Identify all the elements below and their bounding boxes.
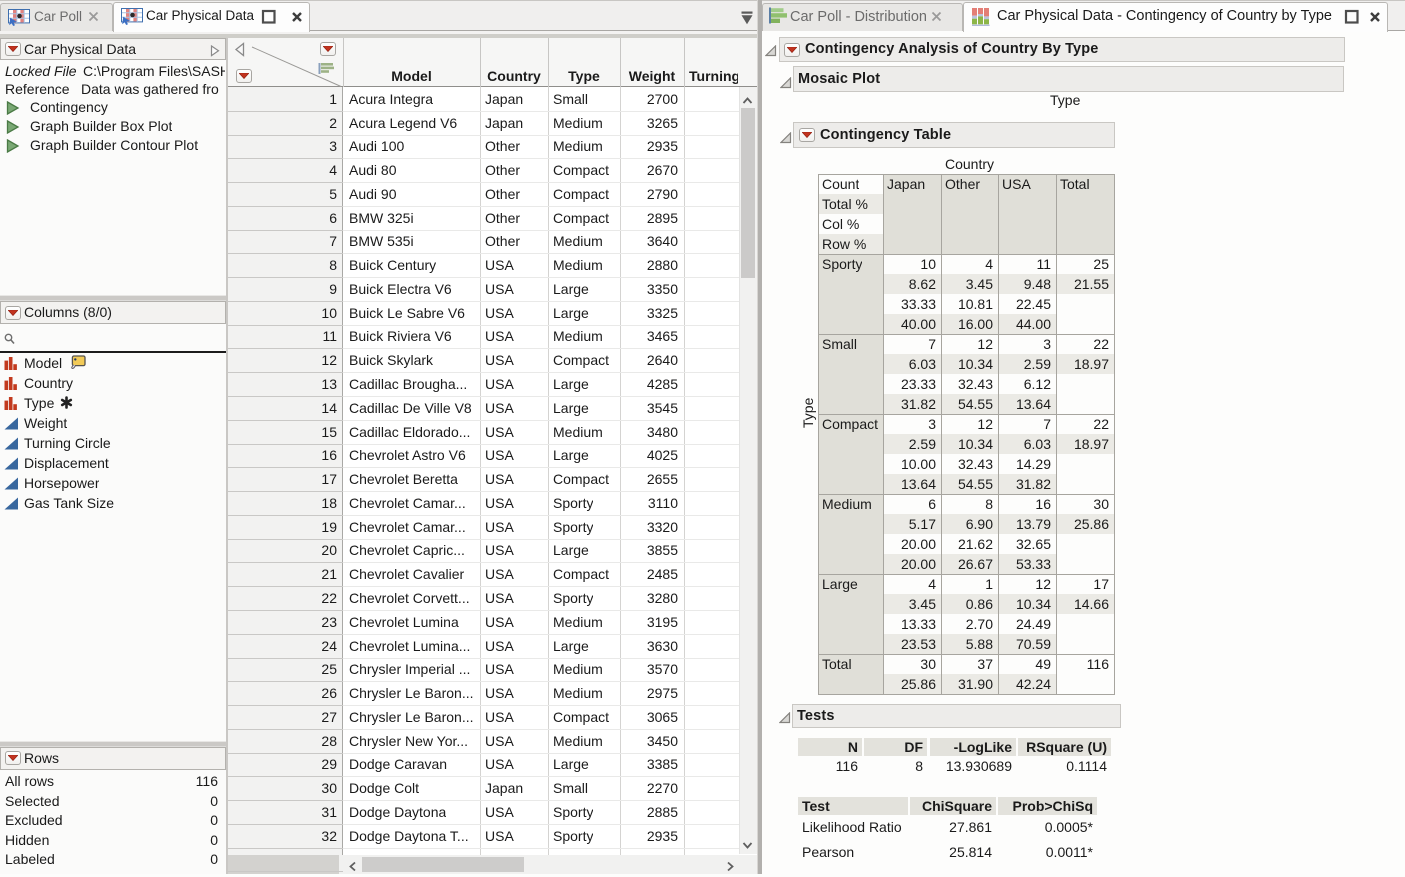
svg-text:Type: Type [800,397,816,428]
